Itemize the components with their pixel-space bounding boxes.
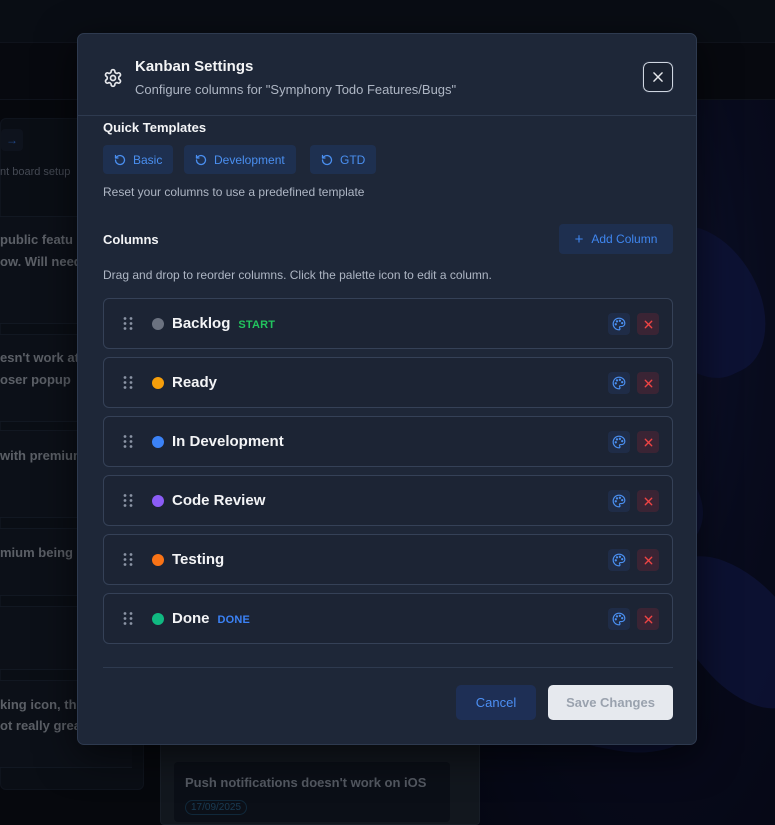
- column-name: In Development: [172, 433, 284, 450]
- palette-icon: [612, 494, 626, 508]
- templates-help-text: Reset your columns to use a predefined t…: [103, 185, 365, 199]
- edit-column-button[interactable]: [608, 372, 630, 394]
- palette-icon: [612, 376, 626, 390]
- modal-subtitle: Configure columns for "Symphony Todo Fea…: [135, 82, 457, 97]
- column-type-tag: DONE: [217, 614, 251, 626]
- column-name: Ready: [172, 374, 217, 391]
- close-button[interactable]: [642, 61, 674, 93]
- save-changes-button[interactable]: Save Changes: [548, 685, 673, 720]
- edit-column-button[interactable]: [608, 608, 630, 630]
- drag-handle-icon[interactable]: [122, 434, 134, 449]
- close-icon: [643, 378, 654, 389]
- column-color-dot: [152, 554, 164, 566]
- close-icon: [643, 496, 654, 507]
- column-name: Code Review: [172, 492, 265, 509]
- column-color-dot: [152, 436, 164, 448]
- template-basic-button[interactable]: Basic: [103, 145, 174, 174]
- column-name-text: Testing: [172, 551, 225, 568]
- column-row[interactable]: Code Review: [103, 475, 673, 526]
- column-row[interactable]: In Development: [103, 416, 673, 467]
- column-color-dot: [152, 377, 164, 389]
- template-development-button[interactable]: Development: [184, 145, 296, 174]
- close-icon: [653, 72, 663, 82]
- columns-label: Columns: [103, 232, 159, 247]
- reset-icon: [114, 154, 126, 165]
- column-name: Backlog START: [172, 315, 275, 332]
- column-row[interactable]: Backlog START: [103, 298, 673, 349]
- column-row[interactable]: Testing: [103, 534, 673, 585]
- close-icon: [643, 555, 654, 566]
- column-name: Done DONE: [172, 610, 250, 627]
- modal-header: Kanban Settings Configure columns for "S…: [78, 34, 696, 116]
- delete-column-button[interactable]: [637, 608, 659, 630]
- template-gtd-button[interactable]: GTD: [310, 145, 377, 174]
- delete-column-button[interactable]: [637, 313, 659, 335]
- drag-handle-icon[interactable]: [122, 493, 134, 508]
- gear-icon: [104, 68, 122, 88]
- column-color-dot: [152, 318, 164, 330]
- drag-handle-icon[interactable]: [122, 316, 134, 331]
- add-column-label: Add Column: [591, 232, 658, 246]
- column-name-text: In Development: [172, 433, 284, 450]
- drag-handle-icon[interactable]: [122, 552, 134, 567]
- quick-templates-label: Quick Templates: [103, 120, 207, 135]
- delete-column-button[interactable]: [637, 549, 659, 571]
- delete-column-button[interactable]: [637, 372, 659, 394]
- column-name: Testing: [172, 551, 224, 568]
- palette-icon: [612, 317, 626, 331]
- edit-column-button[interactable]: [608, 549, 630, 571]
- columns-help-text: Drag and drop to reorder columns. Click …: [103, 268, 492, 282]
- edit-column-button[interactable]: [608, 490, 630, 512]
- drag-handle-icon[interactable]: [122, 611, 134, 626]
- edit-column-button[interactable]: [608, 313, 630, 335]
- reset-icon: [195, 154, 207, 165]
- reset-icon: [321, 154, 333, 165]
- close-icon: [643, 437, 654, 448]
- column-row[interactable]: Done DONE: [103, 593, 673, 644]
- column-type-tag: START: [238, 319, 276, 331]
- column-name-text: Backlog: [172, 315, 231, 332]
- plus-icon: +: [574, 230, 584, 248]
- palette-icon: [612, 553, 626, 567]
- template-button-label: Development: [214, 152, 285, 167]
- add-column-button[interactable]: + Add Column: [559, 224, 673, 254]
- column-color-dot: [152, 613, 164, 625]
- kanban-settings-modal: Kanban Settings Configure columns for "S…: [77, 33, 697, 745]
- edit-column-button[interactable]: [608, 431, 630, 453]
- delete-column-button[interactable]: [637, 490, 659, 512]
- close-icon: [643, 614, 654, 625]
- close-icon: [643, 319, 654, 330]
- cancel-button[interactable]: Cancel: [456, 685, 536, 720]
- column-color-dot: [152, 495, 164, 507]
- palette-icon: [612, 612, 626, 626]
- column-name-text: Code Review: [172, 492, 266, 509]
- footer-divider: [103, 667, 673, 668]
- template-button-label: GTD: [340, 152, 366, 167]
- delete-column-button[interactable]: [637, 431, 659, 453]
- column-name-text: Ready: [172, 374, 218, 391]
- palette-icon: [612, 435, 626, 449]
- template-button-label: Basic: [133, 152, 163, 167]
- column-name-text: Done: [172, 610, 210, 627]
- column-row[interactable]: Ready: [103, 357, 673, 408]
- modal-title: Kanban Settings: [135, 58, 254, 75]
- drag-handle-icon[interactable]: [122, 375, 134, 390]
